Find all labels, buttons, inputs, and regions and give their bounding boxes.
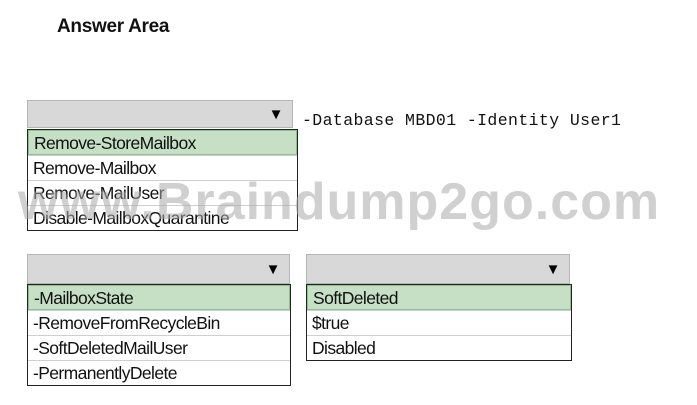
option-remove-storemailbox[interactable]: Remove-StoreMailbox xyxy=(28,130,297,155)
parameter-dropdown-header[interactable]: ▼ xyxy=(27,254,290,284)
option-remove-mailuser[interactable]: Remove-MailUser xyxy=(28,180,297,205)
triangle-down-icon[interactable]: ▼ xyxy=(260,101,292,127)
cmdlet-dropdown-header[interactable]: ▼ xyxy=(27,100,293,128)
value-options-list: SoftDeleted $true Disabled xyxy=(306,284,572,361)
option-softdeletedmailuser[interactable]: -SoftDeletedMailUser xyxy=(28,335,290,360)
option-removefromrecyclebin[interactable]: -RemoveFromRecycleBin xyxy=(28,310,290,335)
option-disabled[interactable]: Disabled xyxy=(307,335,571,360)
option-softdeleted[interactable]: SoftDeleted xyxy=(307,285,571,310)
option-disable-mailboxquarantine[interactable]: Disable-MailboxQuarantine xyxy=(28,205,297,230)
triangle-down-icon[interactable]: ▼ xyxy=(537,255,569,283)
cmdlet-options-list: Remove-StoreMailbox Remove-Mailbox Remov… xyxy=(27,129,298,231)
parameter-options-list: -MailboxState -RemoveFromRecycleBin -Sof… xyxy=(27,284,291,386)
value-dropdown-header[interactable]: ▼ xyxy=(306,254,570,284)
option-remove-mailbox[interactable]: Remove-Mailbox xyxy=(28,155,297,180)
option-mailboxstate[interactable]: -MailboxState xyxy=(28,285,290,310)
option-true[interactable]: $true xyxy=(307,310,571,335)
option-permanentlydelete[interactable]: -PermanentlyDelete xyxy=(28,360,290,385)
triangle-down-icon[interactable]: ▼ xyxy=(257,255,289,283)
answer-area-heading: Answer Area xyxy=(57,16,170,37)
command-parameters-text: -Database MBD01 -Identity User1 xyxy=(302,111,622,130)
